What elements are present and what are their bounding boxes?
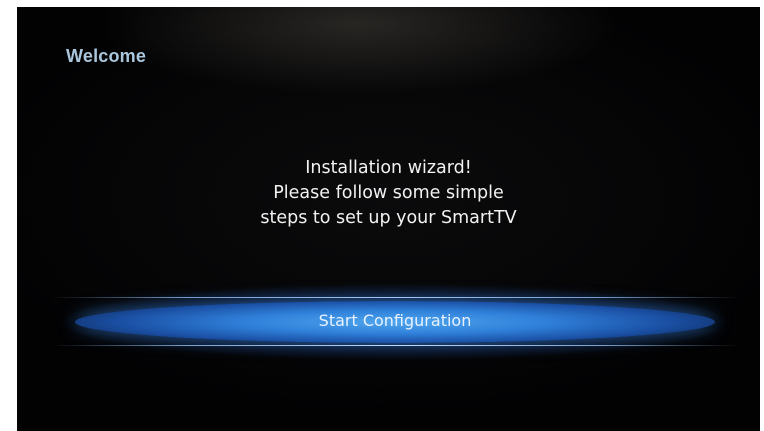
tv-screen: Welcome Installation wizard! Please foll… bbox=[17, 7, 760, 431]
photo-frame: Welcome Installation wizard! Please foll… bbox=[0, 0, 764, 431]
message-line-2: Please follow some simple bbox=[273, 183, 504, 203]
page-title: Welcome bbox=[66, 46, 147, 66]
start-configuration-button[interactable]: Start Configuration bbox=[51, 285, 739, 359]
message-line-3: steps to set up your SmartTV bbox=[260, 208, 517, 228]
message-line-1: Installation wizard! bbox=[305, 158, 472, 178]
wizard-message: Installation wizard! Please follow some … bbox=[17, 156, 760, 231]
button-highlight-line-bottom bbox=[51, 345, 739, 346]
button-highlight-line-top bbox=[51, 297, 739, 298]
start-configuration-label: Start Configuration bbox=[318, 311, 472, 330]
